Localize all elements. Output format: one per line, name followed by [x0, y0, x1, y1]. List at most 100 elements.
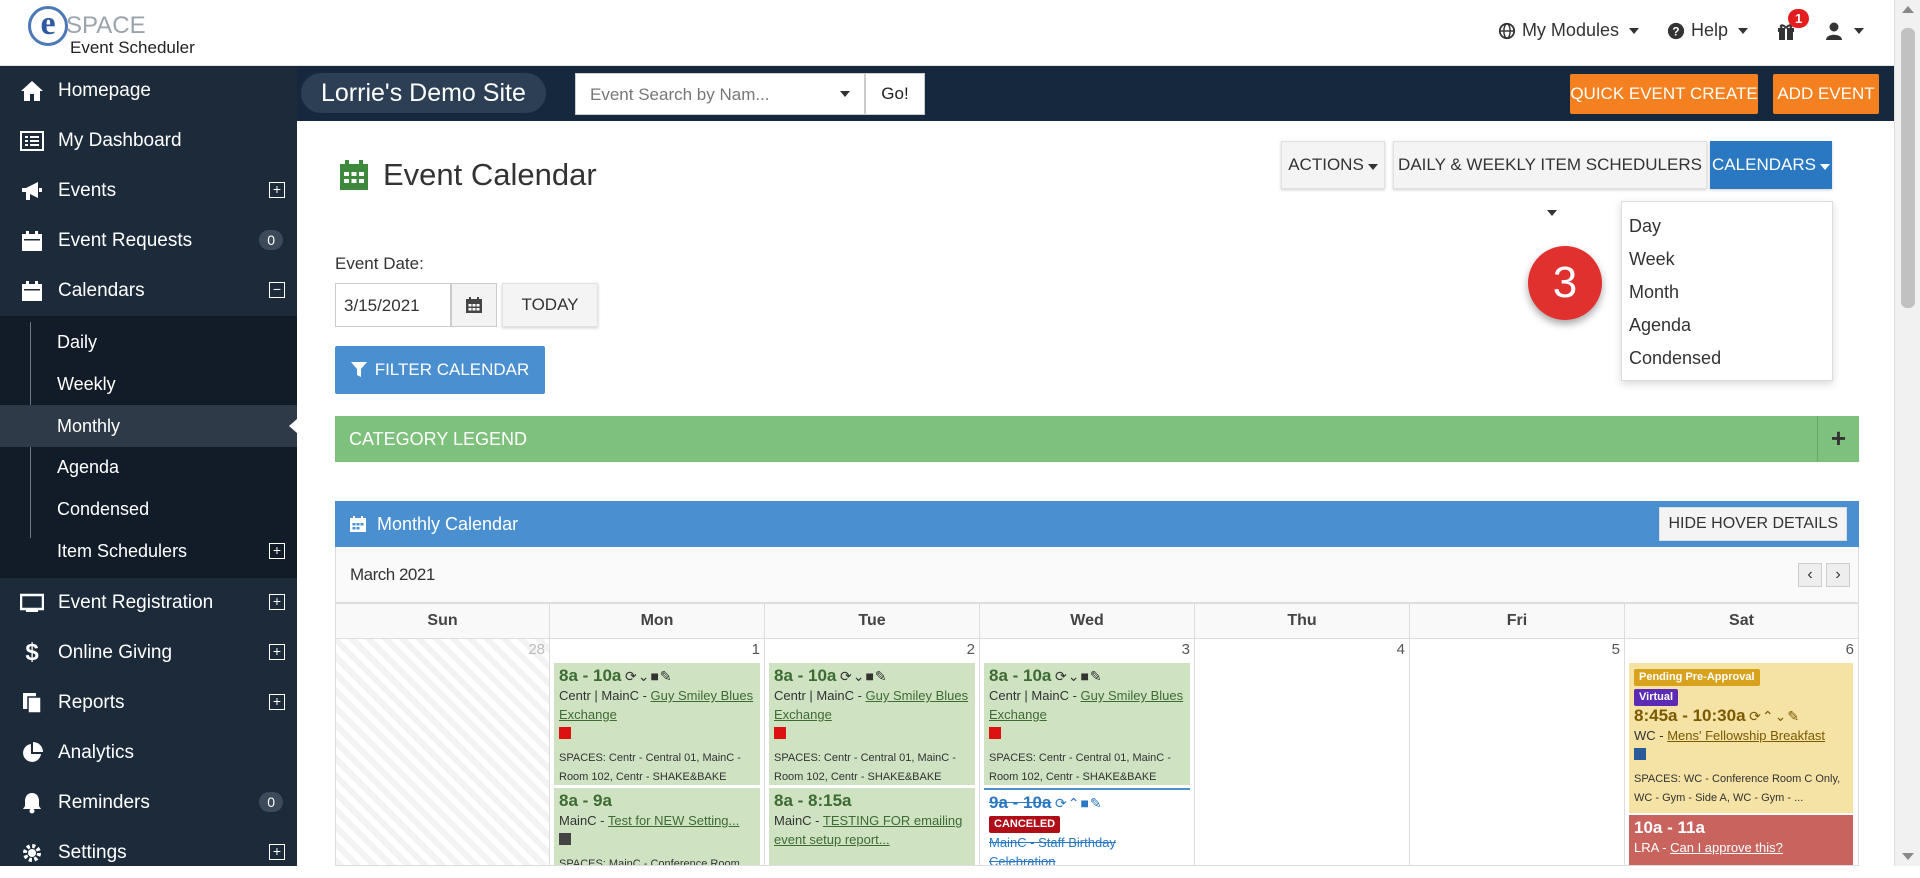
event-spaces: SPACES: WC - Conference Room C Only, WC … — [1634, 773, 1841, 804]
site-name[interactable]: Lorrie's Demo Site — [301, 73, 546, 113]
event-item[interactable]: 8a - 9a MainC - Test for NEW Setting... … — [554, 788, 760, 865]
next-month-button[interactable]: › — [1826, 563, 1850, 587]
top-bar: e SPACE Event Scheduler My Modules ? Hel… — [0, 0, 1920, 66]
expand-icon[interactable]: + — [269, 644, 285, 661]
sidebar-item-online-giving[interactable]: $ Online Giving + — [0, 628, 297, 678]
filter-calendar-button[interactable]: FILTER CALENDAR — [335, 346, 545, 394]
category-legend-bar[interactable]: CATEGORY LEGEND + — [335, 416, 1859, 462]
expand-icon[interactable]: + — [269, 694, 285, 711]
expand-icon[interactable]: + — [269, 594, 285, 611]
day-cell[interactable]: 28 — [335, 639, 550, 866]
day-cell[interactable]: 1 8a - 10a ⟳⌄■✎ Centr | MainC - Guy Smil… — [550, 639, 765, 866]
help-menu[interactable]: ? Help — [1667, 20, 1748, 41]
scroll-up-icon[interactable] — [1902, 6, 1914, 13]
espace-logo[interactable]: e SPACE Event Scheduler — [28, 4, 208, 60]
go-button[interactable]: Go! — [865, 73, 925, 115]
event-time: 8a - 10a — [989, 666, 1052, 685]
event-item[interactable]: 9a - 10a ⟳⌃■✎ CANCELED MainC - Staff Bir… — [984, 788, 1190, 865]
list-icon — [18, 127, 46, 155]
event-item[interactable]: 8a - 10a ⟳⌄■✎ Centr | MainC - Guy Smiley… — [769, 663, 975, 785]
event-item[interactable]: 8a - 10a ⟳⌄■✎ Centr | MainC - Guy Smiley… — [984, 663, 1190, 785]
sidebar-item-reports[interactable]: Reports + — [0, 678, 297, 728]
prev-month-button[interactable]: ‹ — [1798, 563, 1822, 587]
sidebar-item-calendars[interactable]: Calendars − — [0, 266, 297, 316]
sidebar-item-reminders[interactable]: Reminders 0 — [0, 778, 297, 828]
expand-icon[interactable]: + — [269, 543, 285, 560]
month-nav-row: March 2021 ‹ › — [335, 547, 1859, 603]
sidebar-subitem-weekly[interactable]: Weekly — [0, 364, 297, 406]
event-title-link[interactable]: Can I approve this? — [1670, 840, 1783, 855]
item-schedulers-button[interactable]: DAILY & WEEKLY ITEM SCHEDULERS — [1393, 141, 1707, 216]
event-date-input[interactable]: 3/15/2021 — [335, 283, 451, 327]
user-icon — [1826, 22, 1842, 40]
dropdown-item-agenda[interactable]: Agenda — [1622, 309, 1832, 342]
expand-icon[interactable]: + — [1817, 416, 1859, 462]
event-title-link[interactable]: MainC - Staff Birthday Celebration — [989, 835, 1116, 865]
svg-text:?: ? — [1672, 25, 1679, 38]
date-picker-button[interactable] — [451, 283, 497, 327]
event-item[interactable]: 10a - 11a LRA - Can I approve this? — [1629, 815, 1853, 865]
event-icons: ⟳⌃⌄✎ — [1749, 708, 1801, 724]
sidebar-item-label: Calendars — [58, 280, 145, 301]
collapse-icon[interactable]: − — [269, 282, 285, 298]
dow-header: Thu — [1195, 603, 1410, 639]
sidebar-subitem-agenda[interactable]: Agenda — [0, 447, 297, 489]
event-icons: ⟳⌃■✎ — [1055, 795, 1103, 811]
actions-button[interactable]: ACTIONS — [1281, 141, 1385, 189]
sidebar-subitem-daily[interactable]: Daily — [0, 322, 297, 364]
sidebar-item-events[interactable]: Events + — [0, 166, 297, 216]
dropdown-item-month[interactable]: Month — [1622, 276, 1832, 309]
event-item[interactable]: Pending Pre-Approval Virtual 8:45a - 10:… — [1629, 663, 1853, 813]
day-cell[interactable]: 2 8a - 10a ⟳⌄■✎ Centr | MainC - Guy Smil… — [765, 639, 980, 866]
scrollbar-thumb[interactable] — [1901, 28, 1915, 308]
day-cell[interactable]: 4 — [1195, 639, 1410, 866]
sidebar-item-homepage[interactable]: Homepage — [0, 66, 297, 116]
sidebar-item-event-registration[interactable]: Event Registration + — [0, 578, 297, 628]
category-swatch — [989, 727, 1001, 739]
event-search-select[interactable]: Event Search by Nam... — [575, 73, 865, 115]
scroll-down-icon[interactable] — [1902, 853, 1914, 860]
sidebar-subitem-monthly[interactable]: Monthly — [0, 405, 297, 448]
page-title-text: Event Calendar — [383, 157, 597, 192]
calendars-button[interactable]: CALENDARS — [1710, 141, 1832, 189]
event-location: Centr | MainC - — [989, 688, 1081, 703]
day-cell[interactable]: 5 — [1410, 639, 1625, 866]
logo-space: SPACE — [66, 12, 146, 39]
expand-icon[interactable]: + — [269, 844, 285, 861]
dow-header: Tue — [765, 603, 980, 639]
my-modules-menu[interactable]: My Modules — [1498, 20, 1639, 41]
event-title-link[interactable]: Mens' Fellowship Breakfast — [1667, 728, 1825, 743]
expand-icon[interactable]: + — [269, 182, 285, 198]
sidebar-subitem-item-schedulers[interactable]: Item Schedulers + — [0, 530, 297, 572]
hide-hover-details-button[interactable]: HIDE HOVER DETAILS — [1659, 507, 1847, 541]
dropdown-item-day[interactable]: Day — [1622, 210, 1832, 243]
sidebar-item-settings[interactable]: Settings + — [0, 828, 297, 878]
category-swatch — [774, 727, 786, 739]
sidebar-subitem-condensed[interactable]: Condensed — [0, 489, 297, 531]
gift-notifications[interactable]: 1 — [1776, 8, 1810, 41]
day-cell[interactable]: 3 8a - 10a ⟳⌄■✎ Centr | MainC - Guy Smil… — [980, 639, 1195, 866]
today-button[interactable]: TODAY — [502, 283, 598, 327]
subitem-label: Agenda — [57, 457, 120, 478]
event-item[interactable]: 8a - 8:15a MainC - TESTING FOR emailing … — [769, 788, 975, 865]
sidebar-item-analytics[interactable]: Analytics — [0, 728, 297, 778]
dropdown-item-week[interactable]: Week — [1622, 243, 1832, 276]
day-cell[interactable]: 6 Pending Pre-Approval Virtual 8:45a - 1… — [1625, 639, 1859, 866]
event-time: 8a - 8:15a — [774, 791, 852, 810]
dropdown-item-condensed[interactable]: Condensed — [1622, 342, 1832, 375]
page-scrollbar[interactable] — [1894, 0, 1920, 866]
event-title-link[interactable]: Test for NEW Setting... — [608, 813, 740, 828]
calendars-label: CALENDARS — [1712, 155, 1816, 174]
schedulers-label: DAILY & WEEKLY ITEM SCHEDULERS — [1398, 155, 1702, 174]
event-time: 8:45a - 10:30a — [1634, 706, 1746, 725]
add-event-button[interactable]: ADD EVENT — [1773, 74, 1879, 114]
pending-approval-badge: Pending Pre-Approval — [1634, 669, 1760, 686]
quick-event-create-button[interactable]: QUICK EVENT CREATE — [1570, 74, 1758, 114]
event-item[interactable]: 8a - 10a ⟳⌄■✎ Centr | MainC - Guy Smiley… — [554, 663, 760, 785]
event-location: Centr | MainC - — [774, 688, 866, 703]
sidebar-item-dashboard[interactable]: My Dashboard — [0, 116, 297, 166]
calendar-icon — [340, 160, 368, 190]
user-menu[interactable] — [1824, 21, 1864, 41]
count-badge: 0 — [259, 230, 283, 250]
sidebar-item-event-requests[interactable]: Event Requests 0 — [0, 216, 297, 266]
